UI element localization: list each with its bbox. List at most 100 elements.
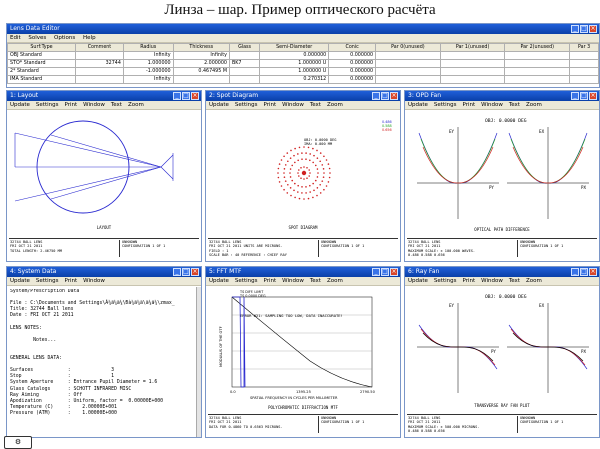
- menu-help[interactable]: Help: [83, 35, 96, 41]
- cell-surf[interactable]: STO* Standard: [7, 59, 77, 68]
- menu-edit[interactable]: Edit: [10, 35, 21, 41]
- maximize-icon[interactable]: □: [182, 268, 190, 276]
- menu-settings[interactable]: Settings: [36, 102, 59, 108]
- menu-update[interactable]: Update: [209, 278, 229, 284]
- opd-fan-window[interactable]: 3: OPD Fan _ □ × Update Settings Print Window…: [404, 90, 600, 262]
- spot-diagram-window[interactable]: 2: Spot Diagram _ □ × Update Settings Print W…: [205, 90, 401, 262]
- menu-options[interactable]: Options: [54, 35, 75, 41]
- menu-update[interactable]: Update: [209, 102, 229, 108]
- menu-window[interactable]: Window: [282, 278, 304, 284]
- cell-surf[interactable]: IMA Standard: [7, 75, 77, 84]
- minimize-icon[interactable]: _: [571, 92, 579, 100]
- maximize-icon[interactable]: □: [381, 92, 389, 100]
- cell-glass[interactable]: [228, 75, 261, 84]
- menu-text[interactable]: Text: [509, 278, 520, 284]
- menu-print[interactable]: Print: [64, 278, 77, 284]
- col-par1[interactable]: Par 1(unused): [439, 43, 506, 52]
- cell-par2[interactable]: [504, 75, 571, 84]
- cell-radius[interactable]: -1.000000: [122, 67, 174, 76]
- menu-zoom[interactable]: Zoom: [526, 278, 542, 284]
- cell-conic[interactable]: 0.000000: [328, 51, 377, 60]
- layout-window[interactable]: 1: Layout _ □ × Update Settings Print Window T…: [6, 90, 202, 262]
- menu-zoom[interactable]: Zoom: [327, 102, 343, 108]
- table-row[interactable]: STO* Standard 32744 1.000000 2.000000 BK…: [7, 59, 599, 68]
- col-semi-diameter[interactable]: Semi-Diameter: [259, 43, 330, 52]
- menu-zoom[interactable]: Zoom: [327, 278, 343, 284]
- menu-print[interactable]: Print: [462, 278, 475, 284]
- menu-zoom[interactable]: Zoom: [526, 102, 542, 108]
- cell-semi[interactable]: 1.000000 U: [259, 67, 330, 76]
- col-glass[interactable]: Glass: [228, 43, 261, 52]
- menu-settings[interactable]: Settings: [235, 102, 258, 108]
- close-icon[interactable]: ×: [191, 92, 199, 100]
- vertical-scrollbar[interactable]: [196, 287, 201, 437]
- cell-glass[interactable]: [228, 67, 261, 76]
- cell-thickness[interactable]: Infinity: [172, 51, 230, 60]
- close-icon[interactable]: ×: [390, 268, 398, 276]
- maximize-icon[interactable]: □: [580, 25, 588, 33]
- minimize-icon[interactable]: _: [571, 25, 579, 33]
- col-radius[interactable]: Radius: [122, 43, 174, 52]
- cell-par3[interactable]: [569, 51, 599, 60]
- cell-surf[interactable]: OBJ Standard: [7, 51, 77, 60]
- cell-par1[interactable]: [439, 75, 506, 84]
- close-icon[interactable]: ×: [589, 25, 597, 33]
- cell-glass[interactable]: [228, 51, 261, 60]
- col-comment[interactable]: Comment: [75, 43, 124, 52]
- spot-titlebar[interactable]: 2: Spot Diagram _ □ ×: [206, 91, 400, 101]
- cell-radius[interactable]: Infinity: [122, 75, 174, 84]
- app-taskbar-icon[interactable]: ⚙: [4, 436, 32, 449]
- cell-par1[interactable]: [439, 51, 506, 60]
- cell-comment[interactable]: [75, 75, 124, 84]
- minimize-icon[interactable]: _: [372, 268, 380, 276]
- maximize-icon[interactable]: □: [580, 92, 588, 100]
- cell-par2[interactable]: [504, 59, 571, 68]
- cell-par0[interactable]: [375, 75, 441, 84]
- close-icon[interactable]: ×: [390, 92, 398, 100]
- menu-print[interactable]: Print: [263, 278, 276, 284]
- cell-comment[interactable]: [75, 67, 124, 76]
- menu-settings[interactable]: Settings: [434, 278, 457, 284]
- cell-par3[interactable]: [569, 59, 599, 68]
- menu-text[interactable]: Text: [310, 102, 321, 108]
- col-par2[interactable]: Par 2(unused): [504, 43, 571, 52]
- cell-glass[interactable]: BK7: [228, 59, 261, 68]
- menu-print[interactable]: Print: [462, 102, 475, 108]
- cell-par3[interactable]: [569, 75, 599, 84]
- minimize-icon[interactable]: _: [173, 268, 181, 276]
- cell-par0[interactable]: [375, 59, 441, 68]
- menu-update[interactable]: Update: [10, 102, 30, 108]
- lde-titlebar[interactable]: Lens Data Editor _ □ ×: [7, 24, 599, 34]
- menu-print[interactable]: Print: [64, 102, 77, 108]
- close-icon[interactable]: ×: [191, 268, 199, 276]
- layout-titlebar[interactable]: 1: Layout _ □ ×: [7, 91, 201, 101]
- menu-window[interactable]: Window: [282, 102, 304, 108]
- rayfan-titlebar[interactable]: 6: Ray Fan _ □ ×: [405, 267, 599, 277]
- table-row[interactable]: IMA Standard Infinity 0.270312 0.000000: [7, 75, 599, 84]
- menu-update[interactable]: Update: [408, 278, 428, 284]
- cell-par3[interactable]: [569, 67, 599, 76]
- lens-data-editor-window[interactable]: Lens Data Editor _ □ × Edit Solves Options…: [6, 23, 600, 88]
- menu-text[interactable]: Text: [111, 102, 122, 108]
- col-thickness[interactable]: Thickness: [172, 43, 230, 52]
- sysdata-titlebar[interactable]: 4: System Data _ □ ×: [7, 267, 201, 277]
- menu-window[interactable]: Window: [481, 278, 503, 284]
- menu-window[interactable]: Window: [83, 278, 105, 284]
- menu-solves[interactable]: Solves: [28, 35, 46, 41]
- cell-surf[interactable]: 2* Standard: [7, 67, 77, 76]
- maximize-icon[interactable]: □: [580, 268, 588, 276]
- menu-update[interactable]: Update: [408, 102, 428, 108]
- maximize-icon[interactable]: □: [381, 268, 389, 276]
- col-par0[interactable]: Par 0(unused): [375, 43, 441, 52]
- opd-titlebar[interactable]: 3: OPD Fan _ □ ×: [405, 91, 599, 101]
- cell-thickness[interactable]: 0.467495 M: [172, 67, 230, 76]
- cell-conic[interactable]: 0.000000: [328, 67, 377, 76]
- menu-update[interactable]: Update: [10, 278, 30, 284]
- menu-window[interactable]: Window: [481, 102, 503, 108]
- menu-zoom[interactable]: Zoom: [128, 102, 144, 108]
- cell-thickness[interactable]: 2.000000: [172, 59, 230, 68]
- cell-semi[interactable]: 1.000000 U: [259, 59, 330, 68]
- cell-conic[interactable]: 0.000000: [328, 59, 377, 68]
- cell-semi[interactable]: 0.270312: [259, 75, 330, 84]
- minimize-icon[interactable]: _: [372, 92, 380, 100]
